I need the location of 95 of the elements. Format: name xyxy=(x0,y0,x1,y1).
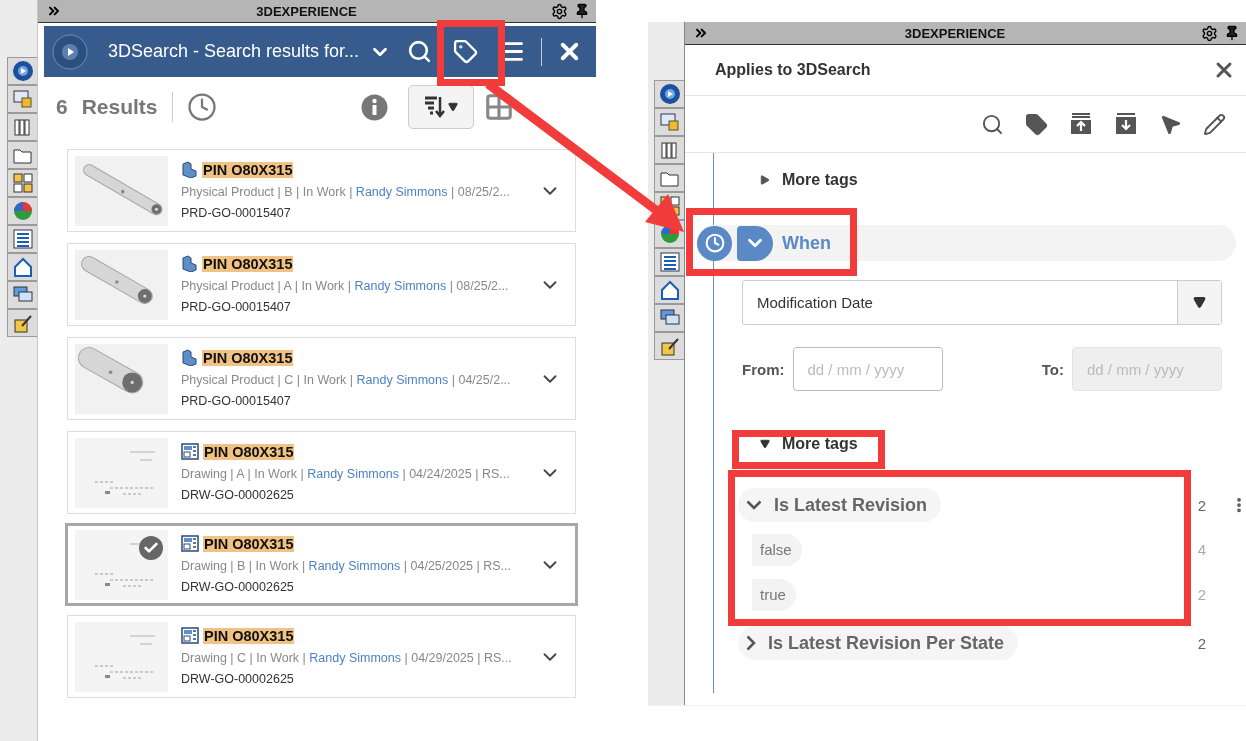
tray-up-button[interactable] xyxy=(1069,112,1093,136)
panel-title: Applies to 3DSearch xyxy=(715,61,872,79)
result-count: 6 xyxy=(56,95,68,119)
item-id: PRD-GO-00015407 xyxy=(181,394,292,408)
caret-icon xyxy=(448,102,458,112)
info-icon[interactable] xyxy=(361,93,388,121)
triangle-icon xyxy=(760,175,770,185)
owner-link[interactable]: Randy Simmons xyxy=(308,559,401,573)
collapse-button[interactable] xyxy=(737,225,773,261)
result-card[interactable]: PIN O80X315 Drawing | B | In Work | Randy Simmons | 04/25/2025 | RS... DRW-GO-00002625 xyxy=(65,523,578,606)
tag-value[interactable]: true xyxy=(752,578,796,611)
item-details: Drawing | A | In Work | Randy Simmons | 04/24/2025 | RS... xyxy=(181,467,511,481)
results-label: Results xyxy=(81,95,158,119)
drawing-icon xyxy=(181,627,199,644)
triangle-icon xyxy=(760,439,770,449)
pencil-icon xyxy=(1203,112,1226,136)
item-details: Drawing | C | In Work | Randy Simmons | 04/29/2025 | RS... xyxy=(181,651,513,665)
highlight-frame xyxy=(437,20,505,86)
item-id: DRW-GO-00002625 xyxy=(181,488,295,502)
item-details: Physical Product | C | In Work | Randy Simmons | 04/25/2... xyxy=(181,373,512,387)
list-icon[interactable] xyxy=(658,251,681,273)
compass-icon[interactable] xyxy=(52,33,88,70)
result-card[interactable]: PIN O80X315 Physical Product | A | In Work | Randy Simmons | 08/25/2... PRD-GO-00015407 xyxy=(67,243,576,326)
tag-value[interactable]: false xyxy=(752,533,802,566)
home-icon[interactable] xyxy=(658,279,681,301)
field-label: To: xyxy=(1041,360,1064,378)
tray-up-icon xyxy=(1069,112,1093,136)
pin-icon[interactable] xyxy=(574,3,590,19)
settings-icon[interactable] xyxy=(1201,24,1218,42)
tag-count: 2 xyxy=(1197,586,1206,603)
owner-link[interactable]: Randy Simmons xyxy=(309,651,401,665)
chevron-down-icon xyxy=(746,500,762,510)
window-title: 3DEXPERIENCE xyxy=(255,3,358,19)
monitor-icon[interactable] xyxy=(11,88,34,110)
tag-count: 4 xyxy=(1197,541,1206,558)
chevron-right-icon xyxy=(746,635,756,651)
result-card[interactable]: PIN O80X315 Physical Product | B | In Work | Randy Simmons | 08/25/2... PRD-GO-00015407 xyxy=(67,149,576,232)
section-title: When xyxy=(782,232,831,254)
drawing-icon xyxy=(181,535,199,552)
monitor-icon[interactable] xyxy=(658,111,681,133)
result-card[interactable]: PIN O80X315 Physical Product | C | In Work | Randy Simmons | 04/25/2... PRD-GO-00015407 xyxy=(67,337,576,420)
settings-icon[interactable] xyxy=(551,2,568,20)
item-title: PIN O80X315 xyxy=(203,443,295,460)
field-label: From: xyxy=(742,360,785,378)
edit-button[interactable] xyxy=(1203,112,1226,136)
grid-view-icon[interactable] xyxy=(484,92,514,122)
owner-link[interactable]: Randy Simmons xyxy=(356,373,449,387)
drawing-icon xyxy=(181,443,199,460)
date-type-select[interactable]: Modification Date xyxy=(742,280,1222,325)
item-title: PIN O80X315 xyxy=(203,627,295,644)
pin-icon[interactable] xyxy=(1224,25,1240,41)
item-id: DRW-GO-00002625 xyxy=(181,672,295,686)
search-icon xyxy=(406,39,432,64)
result-card[interactable]: PIN O80X315 Drawing | C | In Work | Randy Simmons | 04/29/2025 | RS... DRW-GO-00002625 xyxy=(67,615,576,698)
clock-icon[interactable] xyxy=(186,92,217,122)
caret-icon xyxy=(1193,296,1206,309)
tray-down-icon xyxy=(1114,112,1138,136)
item-id: PRD-GO-00015407 xyxy=(181,300,292,314)
tag-count: 2 xyxy=(1197,496,1206,514)
grid-icon[interactable] xyxy=(11,172,34,194)
item-details: Physical Product | A | In Work | Randy Simmons | 08/25/2... xyxy=(181,279,510,293)
item-title: PIN O80X315 xyxy=(202,255,294,272)
tag-icon xyxy=(1025,112,1048,136)
date-field[interactable]: dd / mm / yyyy xyxy=(792,347,943,391)
compass-icon[interactable] xyxy=(658,83,681,105)
item-title: PIN O80X315 xyxy=(203,535,295,552)
part-icon xyxy=(181,349,198,366)
app-title: 3DSearch - Search results for... xyxy=(108,41,360,62)
search-button[interactable] xyxy=(981,112,1004,136)
tag-group[interactable]: Is Latest Revision Per State xyxy=(738,626,1019,660)
item-id: PRD-GO-00015407 xyxy=(181,206,292,220)
tag-group[interactable]: Is Latest Revision xyxy=(738,488,942,522)
item-title: PIN O80X315 xyxy=(202,349,294,366)
list-icon[interactable] xyxy=(11,228,34,250)
owner-link[interactable]: Randy Simmons xyxy=(355,185,448,199)
sort-button[interactable] xyxy=(408,85,474,129)
tag-count: 2 xyxy=(1197,634,1206,652)
search-icon xyxy=(981,112,1004,136)
owner-link[interactable]: Randy Simmons xyxy=(354,279,447,293)
tag-button[interactable] xyxy=(1025,112,1048,136)
item-id: DRW-GO-00002625 xyxy=(181,580,295,594)
result-card[interactable]: PIN O80X315 Drawing | A | In Work | Randy Simmons | 04/24/2025 | RS... DRW-GO-00002625 xyxy=(67,431,576,514)
window-title: 3DEXPERIENCE xyxy=(903,25,1007,41)
item-details: Drawing | B | In Work | Randy Simmons | 04/25/2025 | RS... xyxy=(181,559,513,573)
part-icon xyxy=(181,161,198,178)
item-title: PIN O80X315 xyxy=(202,161,294,178)
sort-icon xyxy=(424,95,446,119)
home-icon[interactable] xyxy=(11,256,34,278)
compass-icon[interactable] xyxy=(11,60,34,82)
part-icon xyxy=(181,255,198,272)
tag-icon xyxy=(453,39,479,64)
tray-down-button[interactable] xyxy=(1114,112,1138,136)
owner-link[interactable]: Randy Simmons xyxy=(307,467,399,481)
color-ball-icon[interactable] xyxy=(11,200,34,222)
item-details: Physical Product | B | In Work | Randy Simmons | 08/25/2... xyxy=(181,185,511,199)
